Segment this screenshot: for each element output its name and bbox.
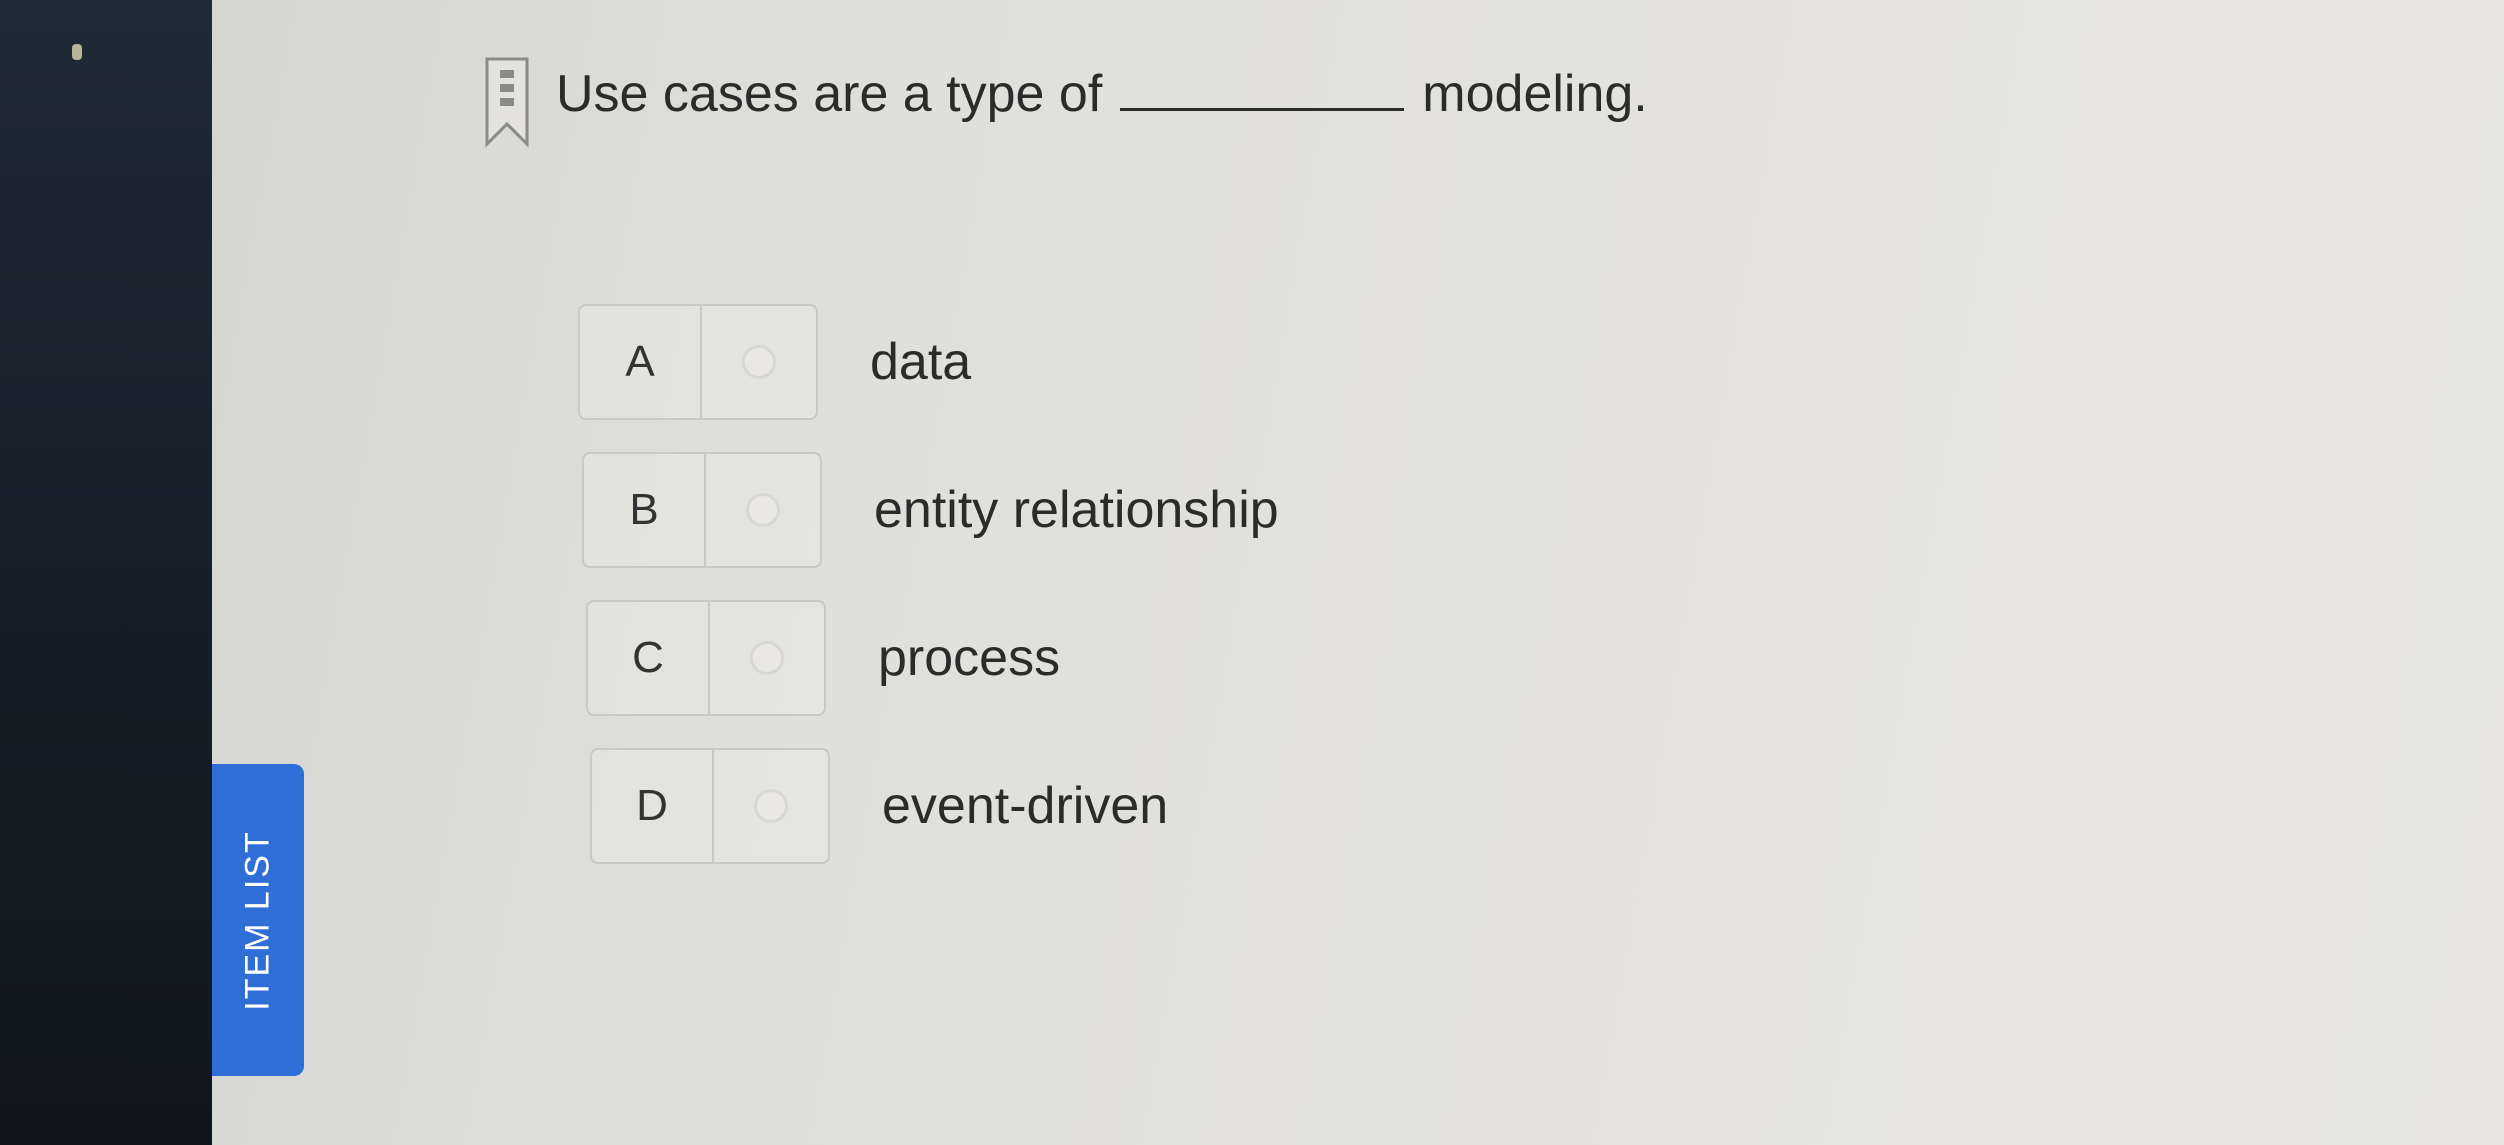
option-b-radio-cell[interactable] xyxy=(706,454,820,566)
item-list-tab[interactable]: ITEM LIST xyxy=(212,764,304,1076)
radio-unselected-icon[interactable] xyxy=(750,641,784,675)
bezel-reflection xyxy=(72,44,82,60)
option-c-letter: C xyxy=(588,602,710,714)
option-c-text: process xyxy=(878,629,1061,687)
fill-in-blank xyxy=(1120,56,1405,111)
bookmark-icon[interactable] xyxy=(484,56,530,148)
item-list-label: ITEM LIST xyxy=(238,829,277,1011)
option-b-letter: B xyxy=(584,454,706,566)
option-c-radio-cell[interactable] xyxy=(710,602,824,714)
option-b-text: entity relationship xyxy=(874,481,1279,539)
option-c[interactable]: C process xyxy=(586,600,1060,716)
option-b-box[interactable]: B xyxy=(582,452,822,568)
question-text-before: Use cases are a type of xyxy=(556,65,1103,123)
radio-unselected-icon[interactable] xyxy=(754,789,788,823)
radio-unselected-icon[interactable] xyxy=(742,345,776,379)
option-d-letter: D xyxy=(592,750,714,862)
option-c-box[interactable]: C xyxy=(586,600,826,716)
option-d-text: event-driven xyxy=(882,777,1169,835)
question-text-after: modeling. xyxy=(1422,65,1648,123)
option-a[interactable]: A data xyxy=(578,304,971,420)
option-d-radio-cell[interactable] xyxy=(714,750,828,862)
question-stem: Use cases are a type of modeling. xyxy=(556,56,1648,124)
option-b[interactable]: B entity relationship xyxy=(582,452,1279,568)
screen-bezel xyxy=(0,0,212,1145)
option-a-letter: A xyxy=(580,306,702,418)
option-d[interactable]: D event-driven xyxy=(590,748,1168,864)
option-a-text: data xyxy=(870,333,972,391)
radio-unselected-icon[interactable] xyxy=(746,493,780,527)
option-a-radio-cell[interactable] xyxy=(702,306,816,418)
option-a-box[interactable]: A xyxy=(578,304,818,420)
option-d-box[interactable]: D xyxy=(590,748,830,864)
